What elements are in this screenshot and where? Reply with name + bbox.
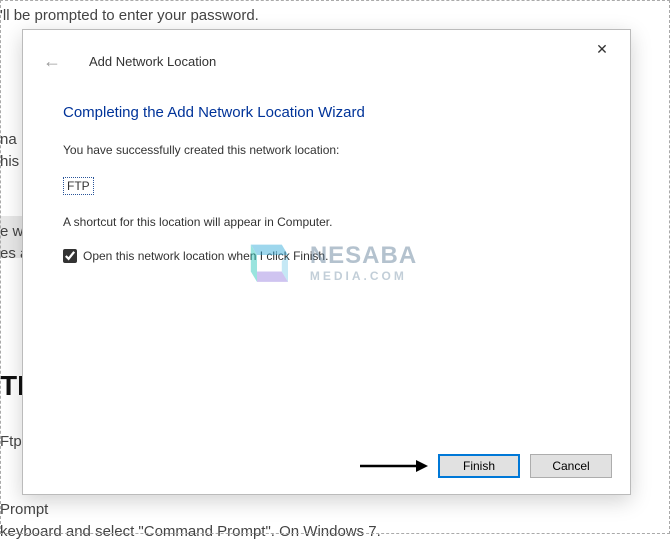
- bg-text: Prompt: [0, 498, 48, 522]
- cancel-button[interactable]: Cancel: [530, 454, 612, 478]
- page-heading: Completing the Add Network Location Wiza…: [63, 104, 590, 121]
- bg-text: 'll be prompted to enter your password.: [0, 4, 259, 28]
- close-button[interactable]: ✕: [580, 34, 624, 64]
- annotation-arrow-icon: [358, 456, 430, 476]
- shortcut-text: A shortcut for this location will appear…: [63, 215, 590, 229]
- back-arrow-icon: ←: [43, 51, 61, 72]
- open-location-checkbox-row[interactable]: Open this network location when I click …: [63, 249, 590, 263]
- bg-text: his: [0, 150, 19, 174]
- wizard-dialog: ← Add Network Location ✕ Completing the …: [22, 29, 631, 495]
- checkbox-label: Open this network location when I click …: [83, 249, 328, 263]
- success-text: You have successfully created this netwo…: [63, 143, 590, 157]
- dialog-footer: Finish Cancel: [23, 438, 630, 494]
- location-name[interactable]: FTP: [63, 177, 94, 195]
- bg-text: Ftp: [0, 430, 22, 454]
- finish-button[interactable]: Finish: [438, 454, 520, 478]
- wizard-title: Add Network Location: [89, 54, 216, 69]
- bg-text: na: [0, 128, 17, 152]
- dialog-titlebar: ← Add Network Location ✕: [23, 30, 630, 92]
- bg-text: e w: [0, 220, 23, 244]
- open-location-checkbox[interactable]: [63, 249, 77, 263]
- bg-text: keyboard and select "Command Prompt". On…: [0, 520, 381, 544]
- dialog-content: Completing the Add Network Location Wiza…: [23, 92, 630, 438]
